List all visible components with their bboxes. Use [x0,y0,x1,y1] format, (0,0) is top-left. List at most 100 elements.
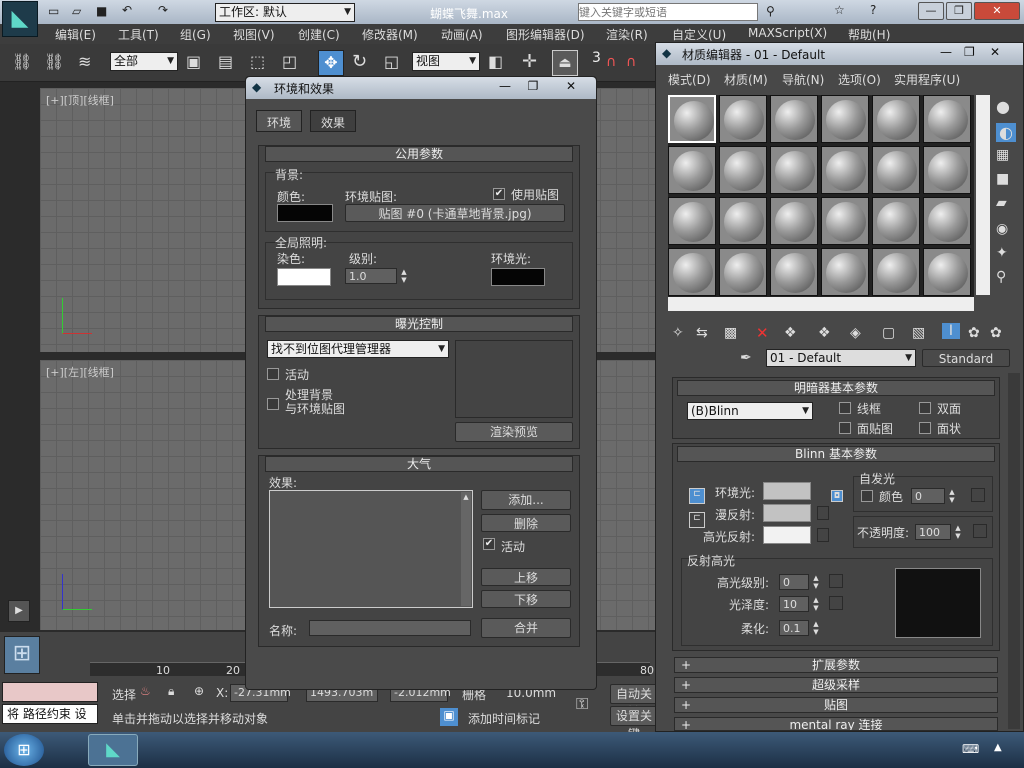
diffuse-map-button[interactable] [817,506,829,520]
menu-tools[interactable]: 工具(T) [118,26,159,43]
me-close-button[interactable]: ✕ [990,45,1000,59]
snap-toggle-label[interactable]: 3 [592,50,601,66]
open-file-icon[interactable]: ▱ [72,4,81,18]
go-forward-sibling-icon[interactable]: ✿ [990,325,1002,341]
specular-map-button[interactable] [817,528,829,542]
effects-list-scrollbar[interactable]: ▲ [461,492,471,606]
save-icon[interactable]: ■ [96,4,107,18]
me-menu-material[interactable]: 材质(M) [724,71,768,88]
atmosphere-active-checkbox[interactable]: ✔ [483,538,495,550]
new-file-icon[interactable]: ▭ [48,4,59,18]
tab-effects[interactable]: 效果 [310,110,357,132]
redo-icon[interactable]: ↷ [158,3,168,17]
me-maximize-button[interactable]: ❐ [964,45,975,59]
level-spinner[interactable]: ▲ ▼ [399,268,409,284]
put-to-library-icon[interactable]: ◈ [850,325,861,341]
sample-slot[interactable] [668,146,716,194]
sample-slot[interactable] [821,197,869,245]
ambient-map-lock-icon[interactable]: ◘ [831,490,843,502]
undo-icon[interactable]: ↶ [122,3,132,17]
start-button[interactable]: ⊞ [4,734,44,766]
rotate-icon[interactable]: ↻ [352,51,367,72]
material-type-button[interactable]: Standard [922,349,1010,367]
sample-slot[interactable] [770,197,818,245]
material-id-icon[interactable]: ▢ [882,325,895,341]
common-params-header[interactable]: 公用参数 [265,146,573,162]
workspace-dropdown[interactable]: 工作区: 默认 [215,3,355,22]
diffuse-color-swatch[interactable] [763,504,811,522]
shader-params-header[interactable]: 明暗器基本参数 [677,380,995,396]
slots-v-scrollbar[interactable] [976,95,990,295]
sample-slot[interactable] [872,248,920,296]
shader-type-dropdown[interactable]: (B)Blinn [687,402,813,420]
window-crossing-icon[interactable]: ◰ [282,52,297,71]
soften-field[interactable]: 0.1 [779,620,809,636]
go-to-parent-icon[interactable]: ✿ [968,325,980,341]
minimize-button[interactable]: — [918,2,944,20]
sample-slot[interactable] [770,95,818,143]
absolute-mode-icon[interactable]: ⊕ [194,684,204,698]
env-dialog-titlebar[interactable]: ◆ 环境和效果 — ❐ ✕ [246,77,596,99]
eyedropper-icon[interactable]: ✒ [740,350,752,366]
process-bg-checkbox[interactable] [267,398,279,410]
sample-slot[interactable] [719,146,767,194]
menu-animation[interactable]: 动画(A) [441,26,483,43]
sample-slot[interactable] [668,248,716,296]
spec-level-map-button[interactable] [829,574,843,588]
show-end-result-icon[interactable]: Ⅰ [942,323,960,339]
menu-group[interactable]: 组(G) [180,26,211,43]
time-tag-icon[interactable]: ▣ [440,708,458,726]
add-time-tag[interactable]: 添加时间标记 [468,710,540,727]
exposure-header[interactable]: 曝光控制 [265,316,573,332]
slots-h-scrollbar[interactable] [668,297,974,311]
self-illum-map-button[interactable] [971,488,985,502]
sample-slot[interactable] [872,95,920,143]
level-field[interactable]: 1.0 [345,268,397,284]
spec-level-spinner[interactable]: ▲ ▼ [811,574,821,590]
menu-views[interactable]: 视图(V) [233,26,275,43]
menu-customize[interactable]: 自定义(U) [672,26,726,43]
sample-type-icon[interactable]: ● [996,97,1010,116]
add-effect-button[interactable]: 添加... [481,490,571,510]
bg-color-swatch[interactable] [277,204,333,222]
opacity-spinner[interactable]: ▲ ▼ [953,524,963,540]
ambient-swatch[interactable] [491,268,545,286]
env-maximize-button[interactable]: ❐ [520,79,546,95]
binoculars-icon[interactable]: ⚲ [766,4,775,18]
viewport-layout-icon[interactable]: ⊞ [4,636,40,674]
maxscript-listener-pink[interactable] [2,682,98,702]
get-material-icon[interactable]: ✧ [672,325,684,341]
wire-checkbox[interactable] [839,402,851,414]
uv-tiling-icon[interactable]: ■ [996,171,1009,187]
menu-create[interactable]: 创建(C) [298,26,340,43]
delete-effect-button[interactable]: 删除 [481,514,571,532]
glossiness-map-button[interactable] [829,596,843,610]
lock-diffuse-specular-icon[interactable]: ⊏ [689,512,705,528]
sample-slot[interactable] [719,248,767,296]
sample-slot[interactable] [872,146,920,194]
material-name-field[interactable]: 01 - Default [766,349,916,367]
auto-key-button[interactable]: 自动关键 [610,684,658,719]
viewport-left-label[interactable]: [+][左][线框] [46,364,114,380]
make-preview-icon[interactable]: ◉ [996,221,1008,237]
reference-coord-dropdown[interactable]: 视图 [412,52,480,71]
glossiness-spinner[interactable]: ▲ ▼ [811,596,821,612]
select-move-icon[interactable]: ✥ [318,50,344,76]
menu-modifiers[interactable]: 修改器(M) [362,26,418,43]
opacity-field[interactable]: 100 [915,524,951,540]
help-icon[interactable]: ? [870,3,876,17]
effect-name-field[interactable] [309,620,471,636]
background-checker-icon[interactable]: ▦ [996,147,1009,163]
me-menu-options[interactable]: 选项(O) [838,71,881,88]
reset-map-icon[interactable]: ✕ [756,324,769,342]
percent-snap-icon[interactable]: ∩ [626,54,636,70]
exposure-dropdown[interactable]: 找不到位图代理管理器 [267,340,449,358]
maxscript-listener-output[interactable]: 将 路径约束 设 [2,704,98,724]
key-icon[interactable]: ⚿ [576,694,588,714]
env-close-button[interactable]: ✕ [556,79,586,95]
ambient-color-swatch[interactable] [763,482,811,500]
me-menu-modes[interactable]: 模式(D) [668,71,711,88]
sample-slot[interactable] [923,248,971,296]
isolate-icon[interactable]: ♨ [140,684,151,698]
opacity-map-button[interactable] [973,524,987,538]
